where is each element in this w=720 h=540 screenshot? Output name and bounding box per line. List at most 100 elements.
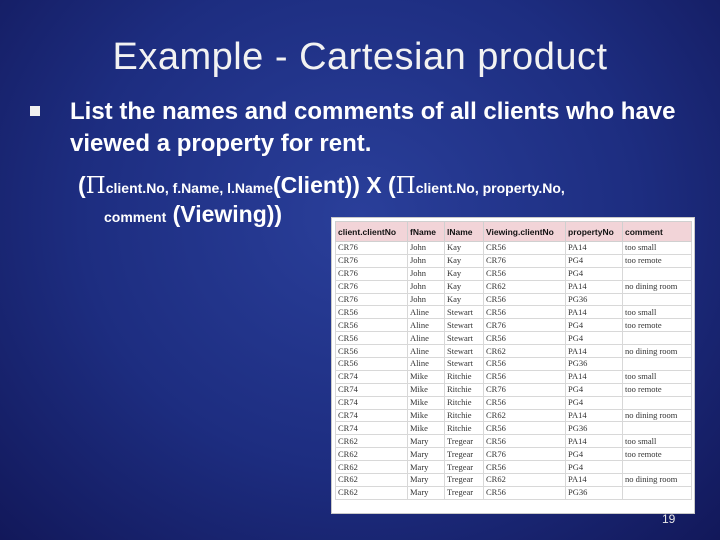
bullet-square-icon [30, 106, 40, 116]
table-row: CR76 John Kay CR76 PG4 too remote [335, 253, 692, 268]
table-row: CR56 Aline Stewart CR56 PG36 [335, 357, 692, 371]
column-header: lName [444, 221, 484, 242]
table-cell: too small [622, 434, 692, 449]
table-cell: CR56 [335, 331, 408, 346]
column-header: client.clientNo [335, 221, 408, 242]
table-cell: PA14 [565, 344, 623, 359]
table-cell: CR62 [335, 460, 408, 475]
table-cell: PG4 [565, 382, 623, 397]
table-cell: CR62 [335, 434, 408, 449]
table-cell: PA14 [565, 241, 623, 255]
table-row: CR74 Mike Ritchie CR56 PG4 [335, 395, 692, 410]
table-cell: Kay [444, 253, 484, 268]
table-cell: CR62 [483, 344, 566, 359]
table-cell: CR62 [483, 279, 566, 294]
table-cell: Tregear [444, 434, 484, 449]
table-cell: Mary [407, 473, 445, 487]
table-cell [622, 460, 692, 475]
table-cell: Mary [407, 460, 445, 475]
table-cell: CR56 [483, 421, 566, 436]
table-cell: Tregear [444, 473, 484, 487]
table-cell [622, 485, 692, 500]
table-cell: Kay [444, 292, 484, 307]
table-row: CR76 John Kay CR56 PG4 [335, 266, 692, 281]
table-cell: Mary [407, 485, 445, 500]
table-cell: PG36 [565, 485, 623, 500]
table-cell: Aline [407, 357, 445, 371]
table-cell: CR56 [483, 292, 566, 307]
table-cell: too remote [622, 382, 692, 397]
table-cell: Aline [407, 318, 445, 333]
table-cell: PG4 [565, 460, 623, 475]
table-cell: CR56 [483, 369, 566, 384]
table-cell: no dining room [622, 279, 692, 294]
table-cell: Stewart [444, 344, 484, 359]
table-cell: Tregear [444, 460, 484, 475]
table-cell: no dining room [622, 408, 692, 423]
relation-viewing: (Viewing)) [172, 201, 283, 227]
table-cell: CR56 [335, 344, 408, 359]
table-cell [622, 292, 692, 307]
projection-attributes-2-cont: comment [104, 209, 167, 225]
table-cell: PA14 [565, 305, 623, 320]
table-cell: Ritchie [444, 421, 484, 436]
table-cell: CR76 [335, 241, 408, 255]
projection-attributes-1: client.No, f.Name, l.Name [105, 180, 274, 196]
table-cell: PG4 [565, 318, 623, 333]
table-cell: Ritchie [444, 408, 484, 423]
table-body: CR76 John Kay CR56 PA14 too small CR76 John Kay C… [335, 241, 692, 500]
table-cell: Mike [407, 382, 445, 397]
table-cell: CR62 [483, 408, 566, 423]
column-header: comment [622, 221, 692, 242]
table-cell: John [407, 279, 445, 294]
column-header: propertyNo [565, 221, 623, 242]
column-header: fName [407, 221, 445, 242]
result-table-frame: client.clientNo fName lName Viewing.clie… [331, 217, 695, 514]
table-row: CR56 Aline Stewart CR62 PA14 no dining room [335, 344, 692, 359]
bullet-text: List the names and comments of all clien… [70, 98, 676, 157]
table-row: CR62 Mary Tregear CR56 PG4 [335, 460, 692, 475]
table-cell: Mary [407, 434, 445, 449]
table-cell: PA14 [565, 408, 623, 423]
table-row: CR76 John Kay CR56 PG36 [335, 292, 692, 307]
table-row: CR76 John Kay CR56 PA14 too small [335, 241, 692, 255]
table-cell: CR56 [483, 395, 566, 410]
table-cell: PG36 [565, 292, 623, 307]
table-cell: no dining room [622, 344, 692, 359]
table-cell: Tregear [444, 485, 484, 500]
table-cell: John [407, 266, 445, 281]
table-cell: PA14 [565, 473, 623, 487]
table-row: CR76 John Kay CR62 PA14 no dining room [335, 279, 692, 294]
table-cell: CR62 [335, 473, 408, 487]
table-cell: PA14 [565, 279, 623, 294]
table-cell: CR56 [483, 357, 566, 371]
table-cell [622, 421, 692, 436]
table-cell: CR62 [483, 473, 566, 487]
table-cell: Mike [407, 395, 445, 410]
table-cell: John [407, 292, 445, 307]
relational-expression-line-2: comment (Viewing)) [104, 201, 282, 228]
table-cell: PG36 [565, 421, 623, 436]
table-row: CR74 Mike Ritchie CR76 PG4 too remote [335, 382, 692, 397]
table-cell: Aline [407, 331, 445, 346]
table-cell: CR56 [483, 305, 566, 320]
table-cell: CR74 [335, 408, 408, 423]
table-cell [622, 395, 692, 410]
table-cell: PG36 [565, 357, 623, 371]
table-cell: CR74 [335, 382, 408, 397]
table-cell: Aline [407, 305, 445, 320]
table-cell: PA14 [565, 369, 623, 384]
table-cell: CR56 [483, 331, 566, 346]
table-cell: Kay [444, 266, 484, 281]
table-cell [622, 266, 692, 281]
table-cell: Kay [444, 241, 484, 255]
table-row: CR62 Mary Tregear CR56 PA14 too small [335, 434, 692, 449]
table-cell: CR76 [483, 253, 566, 268]
table-cell: CR56 [483, 434, 566, 449]
projection-symbol: Π [85, 173, 106, 199]
table-cell: CR76 [483, 382, 566, 397]
table-cell: too small [622, 369, 692, 384]
table-cell: Stewart [444, 318, 484, 333]
table-cell: CR76 [483, 447, 566, 462]
projection-symbol-2: Π [395, 173, 416, 199]
